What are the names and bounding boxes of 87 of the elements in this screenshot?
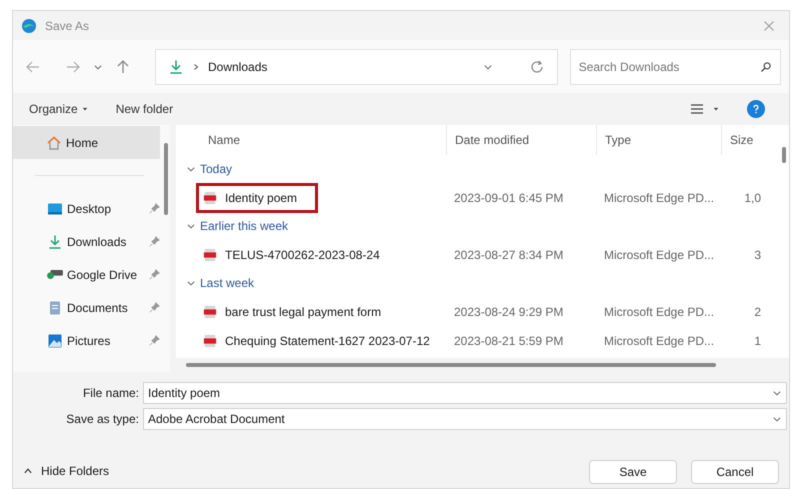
pin-icon [149, 302, 160, 313]
pin-icon [149, 236, 160, 247]
date-cell-text: 2023-08-21 5:59 PM [453, 332, 564, 350]
close-icon [763, 20, 775, 32]
column-header[interactable]: Type [596, 125, 721, 155]
sidebar-label: Home [66, 134, 98, 152]
new-folder-button[interactable]: New folder [116, 100, 174, 118]
size-cell-text: 3 [753, 246, 762, 264]
question-mark-icon [751, 104, 761, 114]
up-arrow-icon [115, 58, 131, 74]
pin-icon [149, 269, 160, 280]
up-button[interactable] [115, 58, 131, 74]
back-button[interactable] [25, 58, 41, 74]
column-header[interactable]: Date modified [446, 125, 596, 155]
sidebar-label: Downloads [67, 234, 126, 250]
sidebar-item[interactable]: Home [13, 126, 160, 159]
house-icon [46, 134, 62, 150]
path-segment[interactable]: Downloads [208, 58, 475, 76]
column-header[interactable]: Name [176, 125, 446, 155]
type-cell-text: Microsoft Edge PD... [603, 246, 716, 264]
group-label: Earlier this week [200, 218, 288, 235]
date-cell-text: 2023-08-27 8:34 PM [453, 246, 564, 264]
save-as-type-label: Save as type: [65, 411, 139, 428]
file-row[interactable]: TELUS-4700262-2023-08-24 2023-08-27 8:34 PM Microsoft Edge PD... 3 [176, 240, 779, 269]
size-cell-text: 1,0 [743, 190, 762, 206]
browser-logo-icon [21, 18, 37, 34]
file-name-field[interactable]: Identity poem [143, 382, 787, 404]
search-icon [760, 60, 772, 72]
window-title: Save As [45, 18, 90, 34]
sidebar-label: Google Drive [67, 266, 138, 284]
sidebar-label: Pictures [67, 332, 110, 350]
file-row[interactable]: bare trust legal payment form 2023-08-24 9:29 PM Microsoft Edge PD... 2 [176, 297, 779, 326]
cancel-button[interactable]: Cancel [691, 460, 779, 484]
organize-button[interactable]: Organize [29, 100, 88, 118]
sidebar-item[interactable]: Google Drive [13, 258, 160, 291]
type-cell-text: Microsoft Edge PD... [603, 332, 716, 350]
pdf-file-icon [203, 334, 217, 348]
picture-icon [47, 332, 63, 348]
file-name-label: File name: [82, 385, 139, 402]
download-icon [47, 234, 63, 250]
pin-icon [149, 203, 160, 214]
back-arrow-icon [25, 58, 41, 74]
sidebar-item[interactable]: Pictures [13, 324, 160, 357]
pin-icon [149, 335, 160, 346]
date-cell-text: 2023-08-24 9:29 PM [453, 304, 564, 320]
group-header[interactable]: Earlier this week [176, 212, 779, 240]
group-header[interactable]: Today [176, 155, 779, 183]
sidebar-label: Documents [67, 300, 128, 316]
file-name: Identity poem [225, 190, 298, 206]
chevron-right-icon [192, 62, 200, 70]
address-bar[interactable]: Downloads [155, 48, 558, 84]
forward-arrow-icon [65, 58, 81, 74]
sidebar-item[interactable]: Desktop [13, 192, 160, 225]
document-icon [47, 300, 63, 316]
save-button[interactable]: Save [589, 460, 677, 484]
chevron-up-icon [23, 466, 33, 476]
type-cell-text: Microsoft Edge PD... [603, 304, 716, 320]
sidebar-item[interactable]: Downloads [13, 225, 160, 258]
group-header[interactable]: Last week [176, 269, 779, 297]
file-name: TELUS-4700262-2023-08-24 [225, 246, 380, 264]
group-label: Today [200, 161, 232, 178]
search-field[interactable]: Search Downloads [570, 48, 781, 84]
sidebar-label: Desktop [67, 200, 112, 218]
pdf-file-icon [203, 304, 217, 318]
hide-folders-button[interactable]: Hide Folders [23, 462, 110, 480]
help-button[interactable] [747, 100, 765, 118]
file-name: bare trust legal payment form [225, 304, 382, 320]
desktop-icon [47, 200, 63, 216]
pdf-file-icon [203, 248, 217, 262]
dropdown-icon [713, 106, 719, 112]
group-label: Last week [200, 275, 254, 292]
type-cell-text: Microsoft Edge PD... [603, 190, 716, 206]
dropdown-icon [82, 106, 88, 112]
file-row[interactable]: Chequing Statement-1627 2023-07-12 2023-08-21 5:59 PM Microsoft Edge PD... 1 [176, 326, 779, 355]
size-cell-text: 1 [753, 332, 762, 350]
refresh-icon [528, 58, 545, 74]
drive-icon [47, 270, 63, 279]
save-as-type-dropdown[interactable]: Adobe Acrobat Document [143, 408, 787, 430]
date-cell-text: 2023-09-01 6:45 PM [453, 190, 564, 206]
file-name: Chequing Statement-1627 2023-07-12 [225, 332, 430, 350]
size-cell-text: 2 [753, 304, 762, 320]
download-icon [168, 58, 184, 74]
forward-button[interactable] [65, 58, 81, 74]
column-header[interactable]: Size [721, 125, 765, 155]
file-row[interactable]: Identity poem 2023-09-01 6:45 PM Microsoft Edge PD... 1,0 [176, 183, 779, 212]
sidebar-item[interactable]: Documents [13, 291, 160, 324]
pdf-file-icon [203, 190, 217, 204]
